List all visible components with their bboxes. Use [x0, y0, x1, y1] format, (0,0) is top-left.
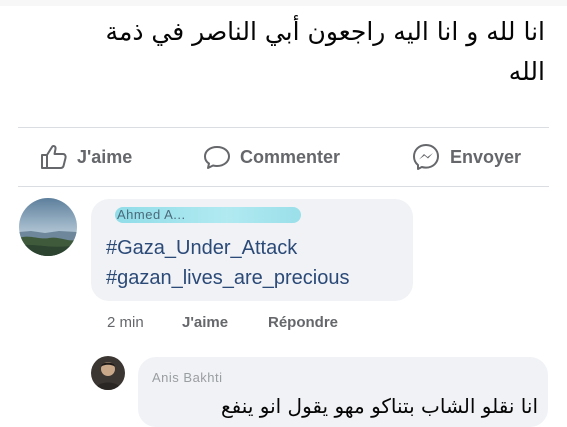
comment-time: 2 min	[107, 314, 144, 331]
comment-author[interactable]: Ahmed A...	[117, 207, 186, 222]
comment-button[interactable]: Commenter	[203, 136, 340, 178]
divider-bottom	[18, 186, 549, 187]
like-label: J'aime	[77, 146, 133, 167]
reply-author[interactable]: Anis Bakhti	[152, 370, 223, 385]
hashtag-gazan-lives[interactable]: #gazan_lives_are_precious	[106, 267, 350, 290]
reply-bubble[interactable]: Anis Bakhti انا نقلو الشاب بتناكو مهو يق…	[138, 357, 548, 427]
messenger-icon	[413, 144, 439, 170]
comment-like-button[interactable]: J'aime	[182, 314, 228, 331]
top-strip	[0, 0, 567, 6]
like-button[interactable]: J'aime	[40, 136, 132, 178]
post-actions-bar: J'aime Commenter Envoyer	[0, 136, 567, 178]
divider-top	[18, 127, 549, 128]
comment-bubble[interactable]: Ahmed A... #Gaza_Under_Attack #gazan_liv…	[91, 199, 413, 301]
comment-label: Commenter	[240, 146, 341, 167]
hashtag-gaza-under-attack[interactable]: #Gaza_Under_Attack	[106, 237, 297, 260]
person-avatar-image	[91, 356, 125, 390]
comment-reply-button[interactable]: Répondre	[268, 314, 338, 331]
post-text: انا لله و انا اليه راجعون أبي الناصر في …	[15, 12, 545, 92]
commenter-avatar[interactable]	[19, 198, 77, 256]
send-button[interactable]: Envoyer	[411, 136, 521, 178]
comment-icon	[204, 146, 230, 169]
reply-text: انا نقلو الشاب بتناكو مهو يقول انو ينفع	[221, 394, 538, 418]
post-text-line2: الله	[508, 57, 545, 86]
send-label: Envoyer	[450, 146, 522, 167]
thumbs-up-icon	[41, 144, 67, 169]
post-text-line1: انا لله و انا اليه راجعون أبي الناصر في …	[105, 17, 545, 46]
reply-avatar[interactable]	[91, 356, 125, 390]
landscape-avatar-image	[19, 198, 77, 256]
